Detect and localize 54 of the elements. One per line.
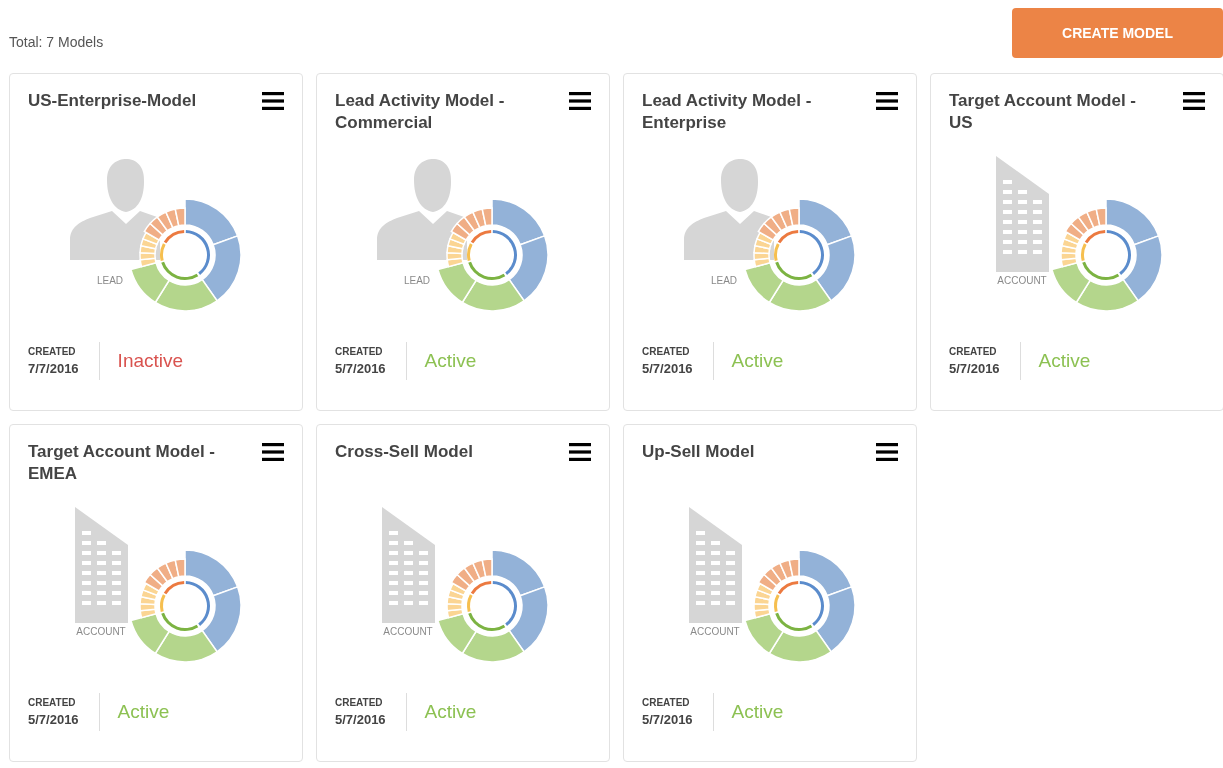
menu-icon[interactable] [262,92,284,110]
illustration-label: ACCOUNT [690,626,740,637]
status-label: Active [731,350,784,372]
model-title: US-Enterprise-Model [28,90,198,112]
model-title: Lead Activity Model - Enterprise [642,90,813,134]
building-icon [689,507,742,623]
created-label: CREATED [28,346,77,357]
model-title: Cross-Sell Model [335,441,474,463]
model-title: Target Account Model - US [949,90,1137,134]
menu-icon[interactable] [1183,92,1205,110]
menu-icon[interactable] [569,443,591,461]
menu-icon[interactable] [262,443,284,461]
menu-icon[interactable] [876,92,898,110]
created-label: CREATED [949,346,998,357]
status-label: Active [424,701,477,723]
created-date: 5/7/2016 [335,712,386,727]
illustration-label: LEAD [403,275,431,286]
created-label: CREATED [335,697,384,708]
model-title: Up-Sell Model [642,441,756,463]
illustration-label: LEAD [710,275,738,286]
model-card[interactable]: Up-Sell Model ACCOUNT CREATED 5/7/2016 Active [623,424,917,762]
created-label: CREATED [335,346,384,357]
created-date: 7/7/2016 [28,361,79,376]
illustration-label: ACCOUNT [383,626,433,637]
status-label: Active [117,701,170,723]
created-date: 5/7/2016 [642,712,693,727]
building-icon [75,507,128,623]
status-label: Inactive [117,350,184,372]
created-date: 5/7/2016 [949,361,1000,376]
menu-icon[interactable] [569,92,591,110]
menu-icon[interactable] [876,443,898,461]
model-card[interactable]: Lead Activity Model - Enterprise LEAD CREATED 5/7/2016 Active [623,73,917,411]
model-card[interactable]: Cross-Sell Model ACCOUNT CREATED 5/7/2016 Active [316,424,610,762]
model-card[interactable]: Target Account Model - EMEA ACCOUNT CREATED 5/7/2016 Active [9,424,303,762]
building-icon [996,156,1049,272]
illustration-label: LEAD [96,275,124,286]
model-card[interactable]: Target Account Model - US ACCOUNT CREATED 5/7/2016 Active [930,73,1223,411]
created-date: 5/7/2016 [642,361,693,376]
model-count: Total: 7 Models [9,34,104,50]
created-date: 5/7/2016 [335,361,386,376]
status-label: Active [424,350,477,372]
illustration-label: ACCOUNT [997,275,1047,286]
created-date: 5/7/2016 [28,712,79,727]
status-label: Active [1038,350,1091,372]
model-title: Lead Activity Model - Commercial [335,90,506,134]
created-label: CREATED [642,346,691,357]
model-card[interactable]: US-Enterprise-Model LEAD CREATED 7/7/2016 Inactive [9,73,303,411]
model-card[interactable]: Lead Activity Model - Commercial LEAD CREATED 5/7/2016 Active [316,73,610,411]
building-icon [382,507,435,623]
created-label: CREATED [28,697,77,708]
status-label: Active [731,701,784,723]
created-label: CREATED [642,697,691,708]
model-title: Target Account Model - EMEA [28,441,216,485]
illustration-label: ACCOUNT [76,626,126,637]
